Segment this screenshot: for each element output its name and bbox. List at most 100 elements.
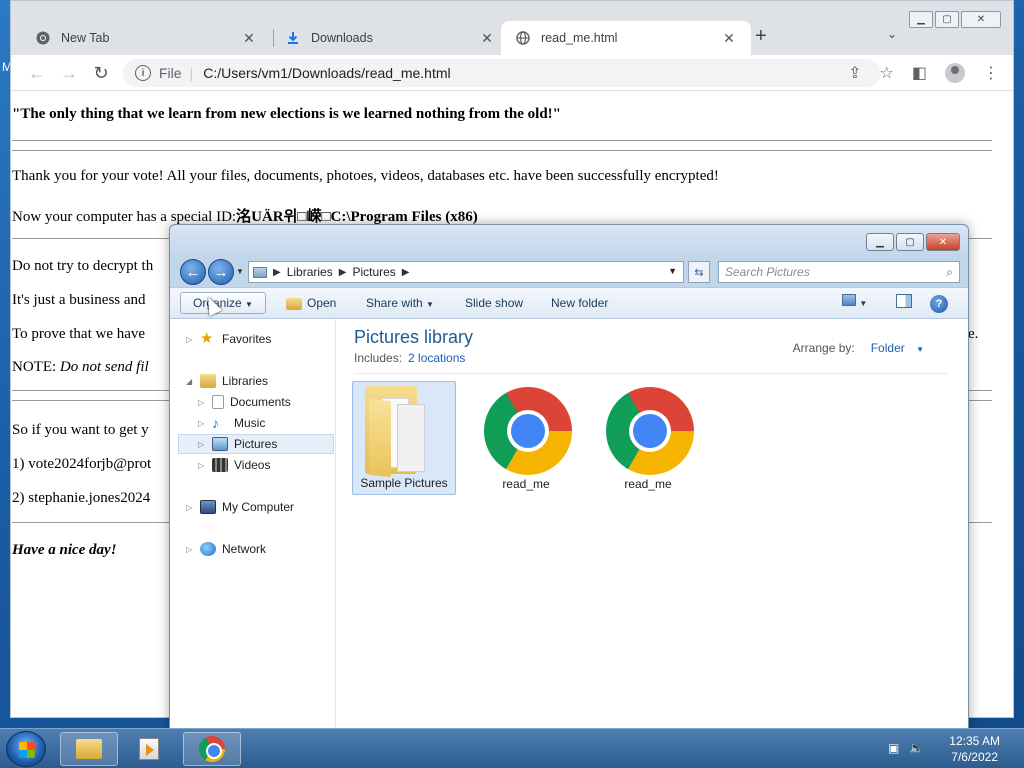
search-icon[interactable]: ⌕ <box>946 265 953 280</box>
minimize-button[interactable]: ▁ <box>909 11 933 28</box>
share-with-label: Share with <box>366 296 423 310</box>
clock[interactable]: 12:35 AM 7/6/2022 <box>949 733 1000 765</box>
library-icon <box>253 266 267 278</box>
tab-new-tab[interactable]: New Tab ✕ <box>21 21 271 55</box>
explorer-titlebar[interactable]: ▁ ▢ ✕ <box>170 225 968 257</box>
tab-close-icon[interactable]: ✕ <box>479 30 495 47</box>
tab-read-me[interactable]: read_me.html ✕ <box>501 21 751 55</box>
profile-avatar-icon[interactable] <box>945 63 965 83</box>
address-bar[interactable]: i File | C:/Users/vm1/Downloads/read_me.… <box>123 59 881 87</box>
file-item-read-me[interactable]: read_me <box>596 381 700 495</box>
media-player-icon <box>139 738 159 760</box>
side-panel-icon[interactable]: ◧ <box>912 63 927 83</box>
start-button[interactable] <box>6 731 46 767</box>
more-menu-icon[interactable]: ⋮ <box>983 63 999 83</box>
tab-title: Downloads <box>311 31 373 45</box>
expand-arrow-icon[interactable]: ▷ <box>186 503 196 512</box>
chrome-icon <box>35 30 51 46</box>
forward-arrow-icon[interactable]: → <box>57 61 81 85</box>
explorer-maximize-button[interactable]: ▢ <box>896 233 924 251</box>
pictures-icon <box>212 437 228 451</box>
file-item-read-me[interactable]: read_me <box>474 381 578 495</box>
change-view-icon[interactable]: ▼ <box>842 294 867 309</box>
close-button[interactable]: ✕ <box>961 11 1001 28</box>
breadcrumb-pictures[interactable]: Pictures <box>352 265 395 279</box>
expand-arrow-icon[interactable]: ▷ <box>198 461 208 470</box>
url-text[interactable]: C:/Users/vm1/Downloads/read_me.html <box>203 65 450 81</box>
refresh-icon[interactable]: ⇆ <box>688 261 710 283</box>
recent-pages-chevron-icon[interactable]: ▼ <box>236 267 244 276</box>
address-dropdown-icon[interactable]: ▼ <box>668 266 677 276</box>
sidebar-item-music[interactable]: ▷ ♪ Music <box>198 413 265 433</box>
share-icon[interactable]: ⇪ <box>848 63 861 83</box>
expand-arrow-icon[interactable]: ▷ <box>186 335 196 344</box>
chrome-html-file-icon <box>606 387 694 475</box>
locations-link[interactable]: 2 locations <box>408 351 465 365</box>
explorer-minimize-button[interactable]: ▁ <box>866 233 894 251</box>
expand-arrow-icon[interactable]: ▷ <box>186 545 196 554</box>
share-with-button[interactable]: Share with ▼ <box>366 296 434 310</box>
network-status-icon[interactable]: ▣ <box>888 741 899 755</box>
sidebar-label: Pictures <box>234 437 278 451</box>
open-button[interactable]: Open <box>286 296 336 310</box>
tab-close-icon[interactable]: ✕ <box>241 30 257 47</box>
sidebar-item-network[interactable]: ▷ Network <box>186 539 266 559</box>
system-tray: ▣ 🔈 <box>888 741 924 755</box>
arrange-value-dropdown[interactable]: Folder ▼ <box>863 341 924 355</box>
clock-time: 12:35 AM <box>949 734 1000 748</box>
sidebar-item-documents[interactable]: ▷ Documents <box>198 392 291 412</box>
bookmark-star-icon[interactable]: ☆ <box>880 63 894 83</box>
back-arrow-icon[interactable]: ← <box>25 61 49 85</box>
sidebar-item-favorites[interactable]: ▷ ★ Favorites <box>186 329 271 349</box>
organize-button[interactable]: Organize ▼ <box>180 292 266 314</box>
help-icon[interactable]: ? <box>930 295 948 313</box>
explorer-close-button[interactable]: ✕ <box>926 233 960 251</box>
expand-arrow-icon[interactable]: ▷ <box>198 440 208 449</box>
collapse-arrow-icon[interactable]: ◢ <box>186 377 196 386</box>
new-tab-plus-icon[interactable]: + <box>755 25 767 48</box>
tab-strip: New Tab ✕ Downloads ✕ read_me.html ✕ + ⌄… <box>11 1 1013 55</box>
explorer-window-controls: ▁ ▢ ✕ <box>866 233 960 251</box>
window-controls: ▁ ▢ ✕ <box>909 11 1001 28</box>
taskbar-chrome[interactable] <box>183 732 241 766</box>
file-item-sample-pictures[interactable]: Sample Pictures <box>352 381 456 495</box>
breadcrumb-arrow-icon[interactable]: ▶ <box>339 267 347 278</box>
sidebar-item-pictures[interactable]: ▷ Pictures <box>178 434 334 454</box>
explorer-back-icon[interactable]: ← <box>180 259 206 285</box>
slide-show-button[interactable]: Slide show <box>465 296 523 310</box>
page-quote: "The only thing that we learn from new e… <box>12 106 561 122</box>
chrome-icon <box>199 736 225 762</box>
taskbar-explorer[interactable] <box>60 732 118 766</box>
search-placeholder: Search Pictures <box>725 265 810 279</box>
tab-title: read_me.html <box>541 31 618 45</box>
explorer-address-bar[interactable]: ▶ Libraries ▶ Pictures ▶ ▼ <box>248 261 684 283</box>
breadcrumb-arrow-icon[interactable]: ▶ <box>402 267 410 278</box>
arrange-label: Arrange by: <box>792 341 855 355</box>
breadcrumb-arrow-icon[interactable]: ▶ <box>273 267 281 278</box>
tab-search-chevron-icon[interactable]: ⌄ <box>887 27 897 41</box>
sidebar-label: Documents <box>230 395 291 409</box>
navigation-pane: ▷ ★ Favorites ◢ Libraries ▷ Documents ▷ … <box>178 319 336 735</box>
expand-arrow-icon[interactable]: ▷ <box>198 419 208 428</box>
volume-icon[interactable]: 🔈 <box>909 741 924 755</box>
chevron-down-icon: ▼ <box>245 300 253 309</box>
sidebar-label: Network <box>222 542 267 556</box>
preview-pane-icon[interactable] <box>896 294 912 311</box>
sidebar-item-libraries[interactable]: ◢ Libraries <box>186 371 268 391</box>
sidebar-item-videos[interactable]: ▷ Videos <box>198 455 270 475</box>
taskbar-media-player[interactable] <box>120 732 178 766</box>
tab-close-icon[interactable]: ✕ <box>721 30 737 47</box>
explorer-forward-icon[interactable]: → <box>208 259 234 285</box>
info-icon[interactable]: i <box>135 65 151 81</box>
sidebar-item-my-computer[interactable]: ▷ My Computer <box>186 497 294 517</box>
explorer-search-input[interactable]: Search Pictures ⌕ <box>718 261 960 283</box>
breadcrumb-libraries[interactable]: Libraries <box>287 265 333 279</box>
maximize-button[interactable]: ▢ <box>935 11 959 28</box>
new-folder-button[interactable]: New folder <box>551 296 608 310</box>
arrange-value: Folder <box>870 341 905 355</box>
page-note-line: NOTE: Do not send fil <box>12 359 149 376</box>
expand-arrow-icon[interactable]: ▷ <box>198 398 208 407</box>
divider <box>354 373 948 374</box>
reload-icon[interactable]: ↻ <box>89 61 113 85</box>
tab-downloads[interactable]: Downloads ✕ <box>271 21 509 55</box>
